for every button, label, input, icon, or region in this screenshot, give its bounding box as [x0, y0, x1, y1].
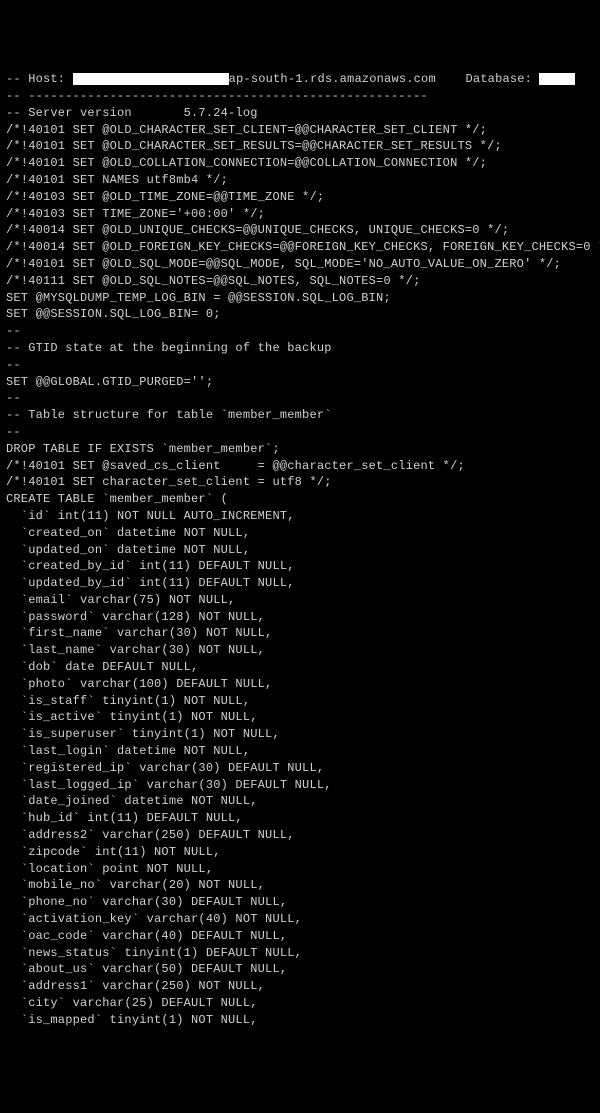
terminal-line: -- Table structure for table `member_mem…: [6, 407, 594, 424]
terminal-line: /*!40103 SET @OLD_TIME_ZONE=@@TIME_ZONE …: [6, 189, 594, 206]
terminal-line: `first_name` varchar(30) NOT NULL,: [6, 625, 594, 642]
terminal-line: `updated_on` datetime NOT NULL,: [6, 542, 594, 559]
terminal-line: `password` varchar(128) NOT NULL,: [6, 609, 594, 626]
terminal-line: --: [6, 323, 594, 340]
terminal-line: /*!40103 SET TIME_ZONE='+00:00' */;: [6, 206, 594, 223]
terminal-line: /*!40101 SET NAMES utf8mb4 */;: [6, 172, 594, 189]
redacted-block: [73, 73, 229, 85]
terminal-line: -- -------------------------------------…: [6, 88, 594, 105]
terminal-line: `is_staff` tinyint(1) NOT NULL,: [6, 693, 594, 710]
terminal-line: `phone_no` varchar(30) DEFAULT NULL,: [6, 894, 594, 911]
terminal-line: `city` varchar(25) DEFAULT NULL,: [6, 995, 594, 1012]
terminal-line: /*!40101 SET @OLD_CHARACTER_SET_CLIENT=@…: [6, 122, 594, 139]
terminal-line: /*!40111 SET @OLD_SQL_NOTES=@@SQL_NOTES,…: [6, 273, 594, 290]
terminal-line: SET @@GLOBAL.GTID_PURGED='';: [6, 374, 594, 391]
terminal-line: `updated_by_id` int(11) DEFAULT NULL,: [6, 575, 594, 592]
terminal-line: -- GTID state at the beginning of the ba…: [6, 340, 594, 357]
terminal-line: `photo` varchar(100) DEFAULT NULL,: [6, 676, 594, 693]
terminal-line: `about_us` varchar(50) DEFAULT NULL,: [6, 961, 594, 978]
terminal-line: `is_superuser` tinyint(1) NOT NULL,: [6, 726, 594, 743]
terminal-line: /*!40014 SET @OLD_FOREIGN_KEY_CHECKS=@@F…: [6, 239, 594, 256]
terminal-line: `email` varchar(75) NOT NULL,: [6, 592, 594, 609]
terminal-line: `registered_ip` varchar(30) DEFAULT NULL…: [6, 760, 594, 777]
terminal-line: `oac_code` varchar(40) DEFAULT NULL,: [6, 928, 594, 945]
terminal-line: SET @@SESSION.SQL_LOG_BIN= 0;: [6, 306, 594, 323]
terminal-line: -- Server version 5.7.24-log: [6, 105, 594, 122]
terminal-output: -- Host: ap-south-1.rds.amazonaws.com Da…: [6, 71, 594, 1028]
terminal-line: `is_active` tinyint(1) NOT NULL,: [6, 709, 594, 726]
terminal-line: `last_logged_ip` varchar(30) DEFAULT NUL…: [6, 777, 594, 794]
terminal-line: /*!40101 SET character_set_client = utf8…: [6, 474, 594, 491]
redacted-block: [539, 73, 575, 85]
terminal-line: /*!40014 SET @OLD_UNIQUE_CHECKS=@@UNIQUE…: [6, 222, 594, 239]
terminal-line: /*!40101 SET @saved_cs_client = @@charac…: [6, 458, 594, 475]
terminal-line: CREATE TABLE `member_member` (: [6, 491, 594, 508]
terminal-line: `created_on` datetime NOT NULL,: [6, 525, 594, 542]
terminal-line: /*!40101 SET @OLD_SQL_MODE=@@SQL_MODE, S…: [6, 256, 594, 273]
terminal-line: `address1` varchar(250) NOT NULL,: [6, 978, 594, 995]
terminal-line: `mobile_no` varchar(20) NOT NULL,: [6, 877, 594, 894]
terminal-line: `activation_key` varchar(40) NOT NULL,: [6, 911, 594, 928]
terminal-line: `news_status` tinyint(1) DEFAULT NULL,: [6, 945, 594, 962]
terminal-line: `is_mapped` tinyint(1) NOT NULL,: [6, 1012, 594, 1029]
terminal-line: /*!40101 SET @OLD_CHARACTER_SET_RESULTS=…: [6, 138, 594, 155]
terminal-line: `last_login` datetime NOT NULL,: [6, 743, 594, 760]
terminal-line: `dob` date DEFAULT NULL,: [6, 659, 594, 676]
terminal-line: SET @MYSQLDUMP_TEMP_LOG_BIN = @@SESSION.…: [6, 290, 594, 307]
terminal-line: `date_joined` datetime NOT NULL,: [6, 793, 594, 810]
terminal-line: -- Host: ap-south-1.rds.amazonaws.com Da…: [6, 71, 594, 88]
terminal-line: `created_by_id` int(11) DEFAULT NULL,: [6, 558, 594, 575]
terminal-line: --: [6, 357, 594, 374]
terminal-line: --: [6, 424, 594, 441]
terminal-line: --: [6, 390, 594, 407]
terminal-line: `last_name` varchar(30) NOT NULL,: [6, 642, 594, 659]
terminal-line: `location` point NOT NULL,: [6, 861, 594, 878]
terminal-line: `hub_id` int(11) DEFAULT NULL,: [6, 810, 594, 827]
terminal-line: DROP TABLE IF EXISTS `member_member`;: [6, 441, 594, 458]
terminal-line: /*!40101 SET @OLD_COLLATION_CONNECTION=@…: [6, 155, 594, 172]
terminal-line: `address2` varchar(250) DEFAULT NULL,: [6, 827, 594, 844]
terminal-line: `zipcode` int(11) NOT NULL,: [6, 844, 594, 861]
terminal-line: `id` int(11) NOT NULL AUTO_INCREMENT,: [6, 508, 594, 525]
